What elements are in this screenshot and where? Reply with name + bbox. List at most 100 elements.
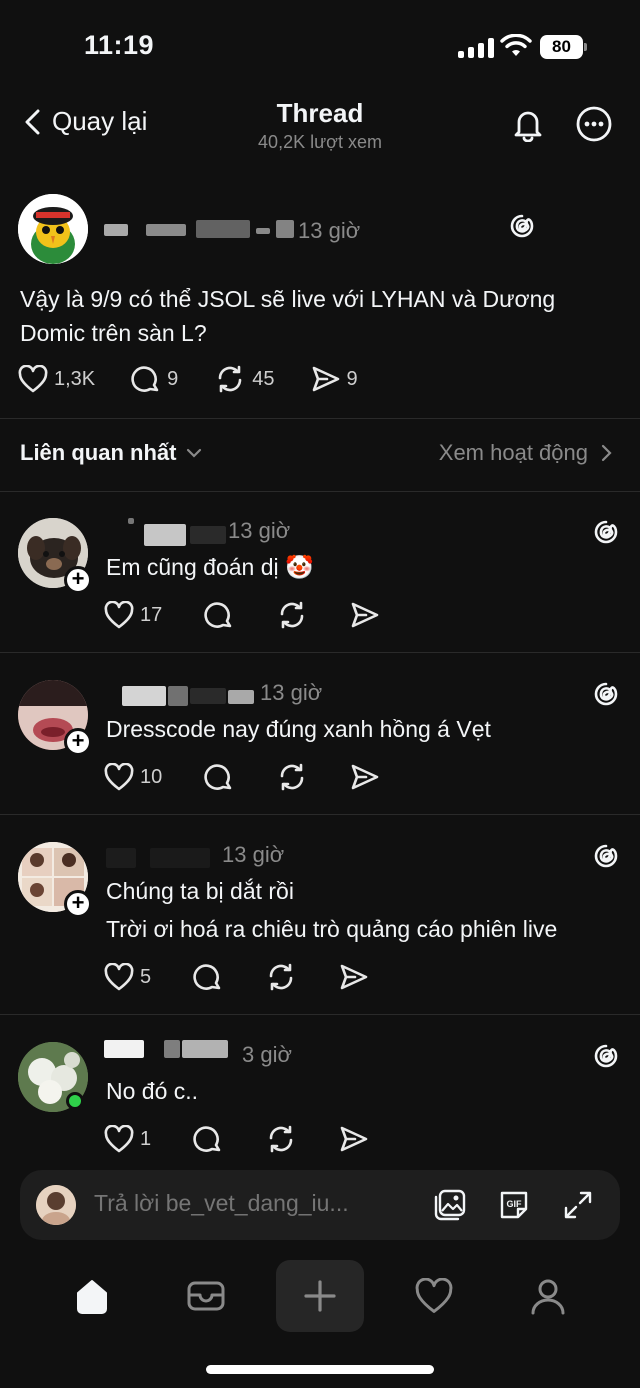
divider xyxy=(0,652,640,653)
home-indicator xyxy=(206,1365,434,1374)
heart-icon xyxy=(415,1278,453,1313)
comment-icon xyxy=(204,764,232,790)
online-status-dot xyxy=(66,1092,84,1110)
share-button[interactable] xyxy=(339,963,369,991)
heart-icon xyxy=(104,963,134,991)
svg-text:GIF: GIF xyxy=(507,1199,523,1209)
tab-home[interactable] xyxy=(48,1260,136,1332)
share-button[interactable]: 9 xyxy=(311,365,358,393)
tab-inbox[interactable] xyxy=(162,1260,250,1332)
reply-count: 9 xyxy=(167,367,179,390)
follow-plus-button[interactable]: + xyxy=(64,728,92,756)
share-button[interactable] xyxy=(339,1125,369,1153)
like-button[interactable]: 10 xyxy=(104,763,162,791)
post-text: Vậy là 9/9 có thể JSOL sẽ live với LYHAN… xyxy=(20,286,556,346)
reply-actions: 5 xyxy=(104,962,411,992)
like-button[interactable]: 1 xyxy=(104,1125,151,1153)
post-time: 13 giờ xyxy=(298,218,361,243)
bell-icon[interactable] xyxy=(510,106,546,142)
reply-button[interactable] xyxy=(193,962,223,992)
tab-profile[interactable] xyxy=(504,1260,592,1332)
divider xyxy=(0,418,640,419)
cellular-signal-icon xyxy=(458,38,494,58)
threads-logo-icon xyxy=(594,1044,618,1068)
sort-dropdown[interactable]: Liên quan nhất xyxy=(20,440,202,466)
more-options-icon[interactable] xyxy=(576,106,612,142)
reply-button[interactable] xyxy=(193,1124,223,1154)
status-bar: 11:19 80 xyxy=(0,0,640,96)
chevron-right-icon xyxy=(601,444,612,462)
post-actions: 1,3K 9 45 9 xyxy=(18,364,358,394)
profile-icon xyxy=(531,1279,565,1315)
like-count: 17 xyxy=(140,603,163,626)
follow-plus-button[interactable]: + xyxy=(64,890,92,918)
reply-text: Em cũng đoán dị 🤡 xyxy=(106,554,314,580)
activity-label: Xem hoạt động xyxy=(438,440,588,465)
reply-time: 13 giờ xyxy=(222,842,285,867)
send-icon xyxy=(312,366,339,392)
battery-level: 80 xyxy=(540,35,583,59)
repost-button[interactable] xyxy=(276,762,308,792)
like-count: 1,3K xyxy=(54,367,96,390)
repost-button[interactable] xyxy=(276,600,308,630)
follow-plus-button[interactable]: + xyxy=(64,566,92,594)
repost-button[interactable] xyxy=(265,1124,297,1154)
comment-icon xyxy=(193,1126,221,1152)
sort-label: Liên quan nhất xyxy=(20,440,177,465)
threads-logo-icon xyxy=(594,682,618,706)
wifi-icon xyxy=(500,34,532,56)
user-avatar-image xyxy=(36,1185,76,1225)
tab-create[interactable] xyxy=(276,1260,364,1332)
reply-button[interactable] xyxy=(204,762,234,792)
expand-icon[interactable] xyxy=(560,1187,596,1223)
home-icon xyxy=(77,1280,107,1314)
gif-icon[interactable]: GIF xyxy=(496,1187,532,1223)
tab-activity[interactable] xyxy=(390,1260,478,1332)
reply-time: 3 giờ xyxy=(242,1042,292,1067)
heart-icon xyxy=(18,365,48,393)
reply-actions: 1 xyxy=(104,1124,411,1154)
battery-icon: 80 xyxy=(540,35,588,59)
threads-logo-icon xyxy=(510,214,534,238)
avatar[interactable] xyxy=(18,194,88,264)
like-button[interactable]: 17 xyxy=(104,601,162,629)
heart-icon xyxy=(104,601,134,629)
share-count: 9 xyxy=(346,367,358,390)
reply-text-line-2: Trời ơi hoá ra chiêu trò quảng cáo phiên… xyxy=(106,916,558,942)
reply-input[interactable] xyxy=(94,1190,414,1217)
plus-icon xyxy=(304,1280,336,1312)
repost-icon xyxy=(269,963,293,991)
divider xyxy=(0,814,640,815)
comment-icon xyxy=(193,964,221,990)
like-button[interactable]: 5 xyxy=(104,963,151,991)
share-button[interactable] xyxy=(350,601,380,629)
reply-actions: 17 xyxy=(104,600,422,630)
reply-button[interactable] xyxy=(204,600,234,630)
sort-bar: Liên quan nhất Xem hoạt động xyxy=(0,432,640,478)
repost-icon xyxy=(269,1125,293,1153)
heart-icon xyxy=(104,763,134,791)
reply-text: Dresscode nay đúng xanh hồng á Vẹt xyxy=(106,716,491,742)
avatar xyxy=(36,1185,76,1225)
share-button[interactable] xyxy=(350,763,380,791)
reply-actions: 10 xyxy=(104,762,422,792)
chevron-down-icon xyxy=(187,448,202,458)
reply-text: Chúng ta bị dắt rồi xyxy=(106,878,294,904)
send-icon xyxy=(340,964,368,990)
image-gallery-icon[interactable] xyxy=(432,1187,468,1223)
like-button[interactable]: 1,3K xyxy=(18,365,95,393)
repost-button[interactable] xyxy=(265,962,297,992)
threads-logo-icon xyxy=(594,844,618,868)
repost-button[interactable]: 45 xyxy=(214,364,275,394)
comment-icon xyxy=(131,366,159,392)
divider xyxy=(0,491,640,492)
reply-time: 13 giờ xyxy=(228,518,291,543)
view-activity-link[interactable]: Xem hoạt động xyxy=(439,440,612,466)
reply-button[interactable]: 9 xyxy=(131,364,178,394)
comment-icon xyxy=(204,602,232,628)
repost-count: 45 xyxy=(252,367,275,390)
repost-icon xyxy=(218,365,242,393)
like-count: 5 xyxy=(140,965,152,988)
send-icon xyxy=(340,1126,368,1152)
threads-logo-icon xyxy=(594,520,618,544)
